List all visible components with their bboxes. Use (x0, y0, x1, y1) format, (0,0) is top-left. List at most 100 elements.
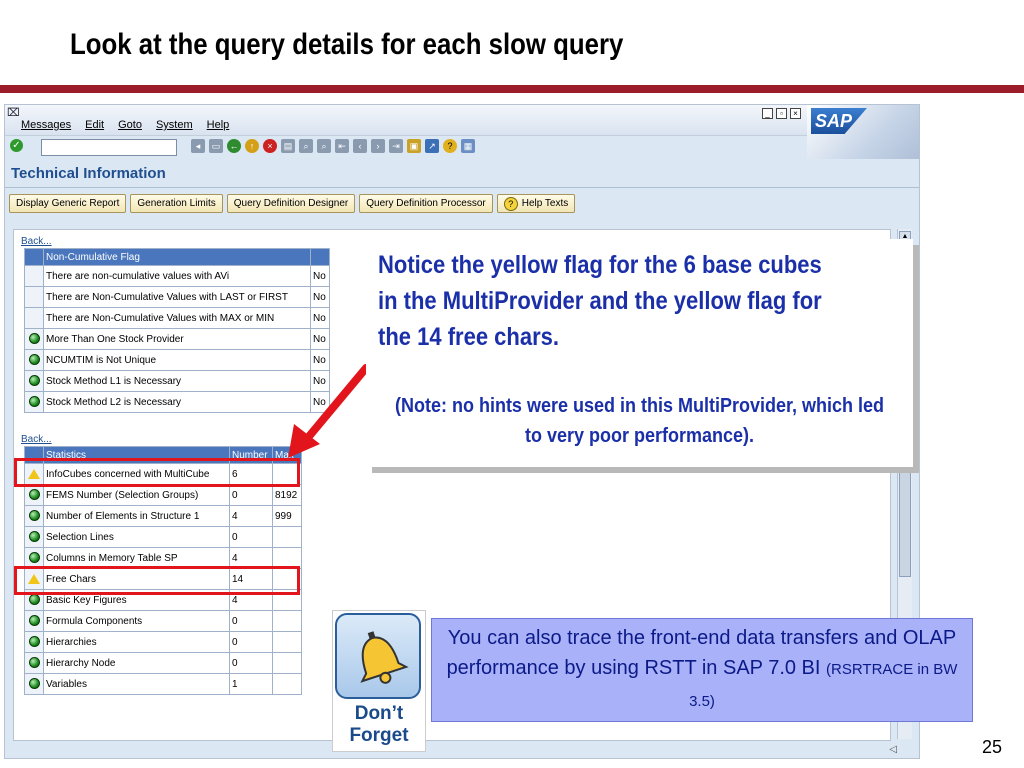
maximize-icon[interactable]: ▫ (776, 108, 787, 119)
row-number: 0 (229, 631, 273, 653)
row-label: Selection Lines (43, 526, 230, 548)
menu-edit[interactable]: Edit (85, 119, 104, 131)
exit-icon[interactable]: ↑ (245, 139, 259, 153)
sap-logo: SAP (811, 108, 867, 134)
row-label: NCUMTIM is Not Unique (43, 349, 311, 371)
row-number: 0 (229, 652, 273, 674)
command-field[interactable] (41, 139, 177, 158)
back-icon[interactable]: ← (227, 139, 241, 153)
highlight-infocubes (14, 458, 300, 487)
table-row[interactable]: Hierarchy Node 0 (24, 652, 302, 674)
row-max (272, 673, 302, 695)
query-definition-processor-button[interactable]: Query Definition Processor (359, 194, 493, 213)
find-icon[interactable]: ⌕ (299, 139, 313, 153)
command-input[interactable] (42, 143, 176, 158)
help-texts-button[interactable]: ? Help Texts (496, 194, 576, 213)
back-link[interactable]: Back... (21, 236, 52, 247)
green-status-icon (28, 333, 40, 345)
menu-bar: ⌧ Messages Edit Goto System Help _ ▫ × (5, 105, 919, 136)
table-row[interactable]: There are non-cumulative values with AVi… (24, 265, 330, 287)
green-status-icon (28, 375, 40, 387)
row-label: There are Non-Cumulative Values with LAS… (43, 286, 311, 308)
row-label: More Than One Stock Provider (43, 328, 311, 350)
row-value: No (310, 307, 330, 329)
row-max: 8192 (272, 484, 302, 506)
row-label: Formula Components (43, 610, 230, 632)
next-page-icon[interactable]: › (371, 139, 385, 153)
row-number: 0 (229, 484, 273, 506)
table-row[interactable]: There are Non-Cumulative Values with MAX… (24, 307, 330, 329)
shortcut-icon[interactable]: ↗ (425, 139, 439, 153)
cancel-icon[interactable]: × (263, 139, 277, 153)
generation-limits-button[interactable]: Generation Limits (130, 194, 223, 213)
standard-toolbar: ✓ ◂ ▭ ← ↑ × ▤ ⌕ ⌕ ⇤ ‹ › ⇥ ▣ ↗ ? ▦ (5, 136, 805, 158)
last-page-icon[interactable]: ⇥ (389, 139, 403, 153)
row-label: FEMS Number (Selection Groups) (43, 484, 230, 506)
row-value: No (310, 328, 330, 350)
query-definition-designer-button[interactable]: Query Definition Designer (226, 194, 356, 213)
minimize-icon[interactable]: _ (762, 108, 773, 119)
green-status-icon (28, 354, 40, 366)
row-max (272, 652, 302, 674)
row-label: Hierarchy Node (43, 652, 230, 674)
application-toolbar: Display Generic Report Generation Limits… (9, 194, 576, 213)
help-texts-label: Help Texts (521, 198, 569, 209)
status-toggle-icon[interactable]: ◁ (889, 744, 897, 755)
table-row[interactable]: Number of Elements in Structure 1 4 999 (24, 505, 302, 527)
display-generic-report-button[interactable]: Display Generic Report (9, 194, 127, 213)
row-label: Stock Method L1 is Necessary (43, 370, 311, 392)
slide-title: Look at the query details for each slow … (70, 28, 624, 61)
column-header (310, 248, 330, 266)
table-row[interactable]: More Than One Stock Provider No (24, 328, 330, 350)
first-page-icon[interactable]: ⇤ (335, 139, 349, 153)
row-value: No (310, 265, 330, 287)
menu-system[interactable]: System (156, 119, 193, 131)
dont-forget-text: Don’t Forget (349, 703, 409, 746)
row-number: 0 (229, 526, 273, 548)
title-separator (5, 187, 919, 188)
table-row[interactable]: FEMS Number (Selection Groups) 0 8192 (24, 484, 302, 506)
tip-box: You can also trace the front-end data tr… (431, 618, 973, 722)
prev-page-icon[interactable]: ‹ (353, 139, 367, 153)
green-status-icon (28, 615, 40, 627)
row-label: Hierarchies (43, 631, 230, 653)
window-controls: _ ▫ × (762, 108, 801, 119)
window-menu-icon[interactable]: ⌧ (7, 106, 20, 119)
page-number: 25 (982, 737, 1003, 757)
row-number: 4 (229, 505, 273, 527)
table-row[interactable]: Selection Lines 0 (24, 526, 302, 548)
layout-icon[interactable]: ▦ (461, 139, 475, 153)
green-status-icon (28, 510, 40, 522)
back-link[interactable]: Back... (21, 434, 52, 445)
menu-messages[interactable]: Messages (21, 119, 71, 131)
row-label: Variables (43, 673, 230, 695)
row-label: Number of Elements in Structure 1 (43, 505, 230, 527)
menu-goto[interactable]: Goto (118, 119, 142, 131)
table-row[interactable]: There are Non-Cumulative Values with LAS… (24, 286, 330, 308)
dont-forget-badge: Don’t Forget (332, 610, 426, 752)
enter-icon[interactable]: ✓ (10, 139, 23, 152)
print-list-icon[interactable]: ▤ (281, 139, 295, 153)
table-row[interactable]: Hierarchies 0 (24, 631, 302, 653)
find-next-icon[interactable]: ⌕ (317, 139, 331, 153)
create-session-icon[interactable]: ▣ (407, 139, 421, 153)
row-number: 0 (229, 610, 273, 632)
highlight-free-chars (14, 566, 300, 595)
row-max (272, 631, 302, 653)
green-status-icon (28, 657, 40, 669)
row-max: 999 (272, 505, 302, 527)
close-icon[interactable]: × (790, 108, 801, 119)
sap-logo-area: SAP (807, 105, 919, 159)
help-icon: ? (503, 196, 518, 211)
menu-help[interactable]: Help (207, 119, 230, 131)
table-row[interactable]: Variables 1 (24, 673, 302, 695)
print-icon[interactable]: ▭ (209, 139, 223, 153)
green-status-icon (28, 678, 40, 690)
status-bar: ◁ (4, 742, 920, 759)
save-icon[interactable]: ◂ (191, 139, 205, 153)
callout-main-text: Notice the yellow flag for the 6 base cu… (378, 251, 822, 351)
table-row[interactable]: Formula Components 0 (24, 610, 302, 632)
row-label: There are Non-Cumulative Values with MAX… (43, 307, 311, 329)
help-icon[interactable]: ? (443, 139, 457, 153)
green-status-icon (28, 552, 40, 564)
